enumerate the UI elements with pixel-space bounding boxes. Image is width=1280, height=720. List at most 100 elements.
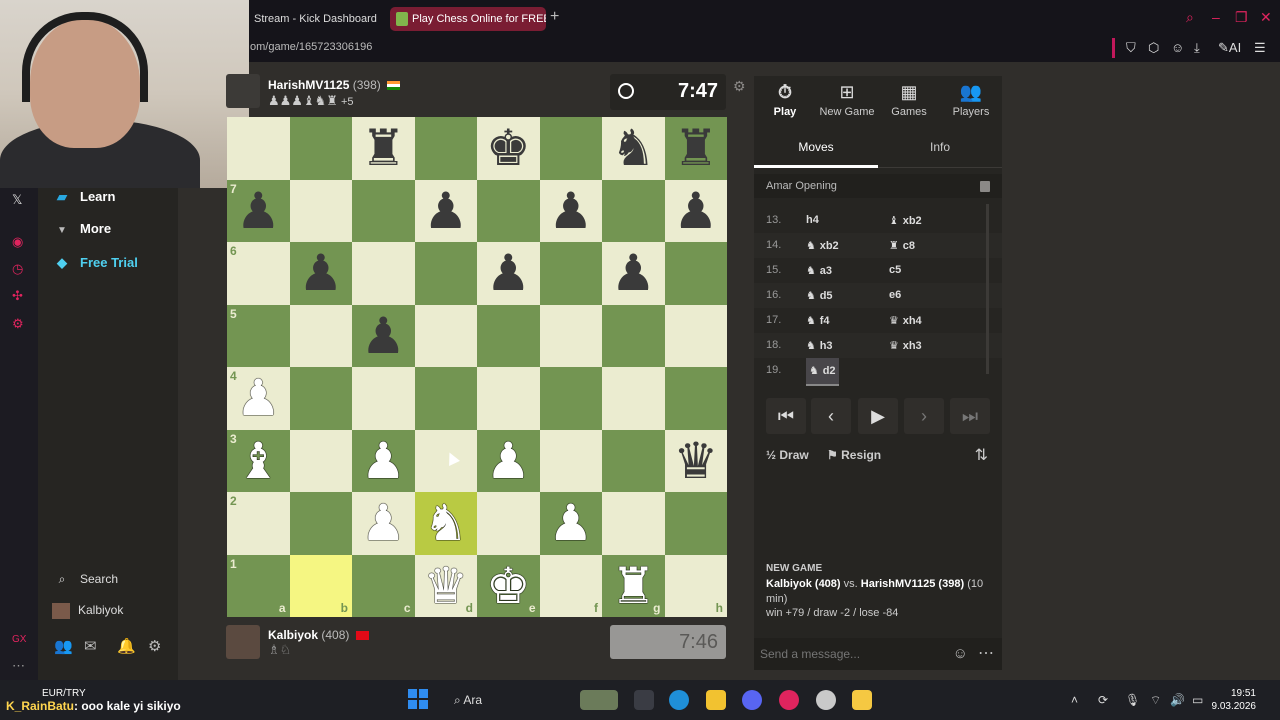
square-h3[interactable]: ♛ — [664, 429, 727, 492]
square-b1[interactable]: b — [289, 554, 352, 617]
move-list-scrollbar[interactable] — [986, 204, 989, 374]
square-b7[interactable] — [289, 179, 352, 242]
sidebar-profile[interactable]: Kalbiyok — [52, 598, 123, 622]
square-a4[interactable]: 4 ♟ — [227, 367, 290, 430]
square-c2[interactable]: ♟ — [352, 492, 415, 555]
mail-icon[interactable]: ✉ — [84, 637, 97, 655]
square-c3[interactable]: ♟ — [352, 429, 415, 492]
black-pawn-icon[interactable]: ♟ — [611, 248, 656, 298]
tab-play[interactable]: ⏱ Play — [754, 82, 816, 118]
sidebar-item-more[interactable]: ▼ More — [52, 217, 111, 241]
black-move[interactable]: ♝ xb2 — [889, 208, 922, 234]
black-pawn-icon[interactable]: ♟ — [548, 186, 593, 236]
square-b5[interactable] — [289, 304, 352, 367]
black-move[interactable]: c5 — [889, 258, 901, 283]
square-a7[interactable]: 7 ♟ — [227, 179, 290, 242]
white-pawn-icon[interactable]: ♟ — [361, 436, 406, 486]
square-a5[interactable]: 5 — [227, 304, 290, 367]
square-h4[interactable] — [664, 367, 727, 430]
browser-search-icon[interactable]: ⌕ — [1186, 9, 1194, 26]
chat-input[interactable] — [760, 644, 940, 664]
square-b4[interactable] — [289, 367, 352, 430]
tab-kick-dashboard[interactable]: Stream - Kick Dashboard — [250, 7, 385, 31]
volume-icon[interactable]: 🔊 — [1170, 693, 1185, 707]
black-king-icon[interactable]: ♚ — [486, 123, 531, 173]
square-e4[interactable] — [477, 367, 540, 430]
black-pawn-icon[interactable]: ♟ — [673, 186, 718, 236]
subtab-moves[interactable]: Moves — [754, 140, 878, 154]
white-pawn-icon[interactable]: ♟ — [361, 498, 406, 548]
white-rook-icon[interactable]: ♜ — [611, 561, 656, 611]
square-e6[interactable]: ♟ — [477, 242, 540, 305]
white-move[interactable]: ♞ xb2 — [806, 233, 839, 259]
square-g8[interactable]: ♞ — [602, 117, 665, 180]
next-move-button[interactable]: › — [904, 398, 944, 434]
square-c7[interactable] — [352, 179, 415, 242]
strip-more-icon[interactable]: ⋯ — [12, 658, 25, 674]
square-d2[interactable]: ♞ — [414, 492, 477, 555]
square-f5[interactable] — [539, 304, 602, 367]
black-pawn-icon[interactable]: ♟ — [236, 186, 281, 236]
square-e1[interactable]: e ♚ — [477, 554, 540, 617]
square-c6[interactable] — [352, 242, 415, 305]
square-h1[interactable]: h — [664, 554, 727, 617]
bottom-player-name[interactable]: Kalbiyok (408) — [268, 628, 369, 642]
square-g1[interactable]: g ♜ — [602, 554, 665, 617]
square-e7[interactable] — [477, 179, 540, 242]
black-move[interactable]: ♛ xh4 — [889, 308, 922, 334]
white-king-icon[interactable]: ♚ — [486, 561, 531, 611]
top-player-avatar[interactable] — [226, 74, 260, 108]
white-move[interactable]: ♞ a3 — [806, 258, 832, 284]
minimize-icon[interactable]: – — [1212, 9, 1220, 25]
black-pawn-icon[interactable]: ♟ — [486, 248, 531, 298]
square-g6[interactable]: ♟ — [602, 242, 665, 305]
square-c1[interactable]: c — [352, 554, 415, 617]
square-d5[interactable] — [414, 304, 477, 367]
square-b6[interactable]: ♟ — [289, 242, 352, 305]
tab-chess[interactable]: Play Chess Online for FREE — [390, 7, 546, 31]
square-g5[interactable] — [602, 304, 665, 367]
white-move[interactable]: h4 — [806, 208, 819, 233]
square-a1[interactable]: 1a — [227, 554, 290, 617]
square-e2[interactable] — [477, 492, 540, 555]
prev-move-button[interactable]: ‹ — [811, 398, 851, 434]
white-bishop-icon[interactable]: ♝ — [236, 436, 281, 486]
square-h5[interactable] — [664, 304, 727, 367]
square-h7[interactable]: ♟ — [664, 179, 727, 242]
friends-icon[interactable]: 👥 — [54, 637, 73, 655]
black-queen-icon[interactable]: ♛ — [673, 436, 718, 486]
resign-button[interactable]: ⚑ Resign — [827, 448, 881, 462]
edge-icon[interactable] — [669, 690, 689, 710]
maximize-icon[interactable]: ❐ — [1235, 9, 1248, 26]
square-a3[interactable]: 3 ♝ — [227, 429, 290, 492]
square-c8[interactable]: ♜ — [352, 117, 415, 180]
bottom-player-avatar[interactable] — [226, 625, 260, 659]
square-b3[interactable] — [289, 429, 352, 492]
square-g2[interactable] — [602, 492, 665, 555]
extensions-icon[interactable]: ⬡ — [1148, 40, 1159, 56]
settings-strip-icon[interactable]: ⚙ — [12, 316, 24, 332]
menu-icon[interactable]: ☰ — [1254, 40, 1266, 56]
white-pawn-icon[interactable]: ♟ — [486, 436, 531, 486]
first-move-button[interactable]: ⏮ — [766, 398, 806, 434]
emoji-icon[interactable]: ☺ — [953, 645, 968, 662]
square-d6[interactable] — [414, 242, 477, 305]
square-f6[interactable] — [539, 242, 602, 305]
black-move[interactable]: ♜ c8 — [889, 233, 915, 259]
opera-gx-icon[interactable] — [779, 690, 799, 710]
square-f4[interactable] — [539, 367, 602, 430]
white-knight-icon[interactable]: ♞ — [423, 498, 468, 548]
sync-icon[interactable]: ⟳ — [1098, 693, 1108, 707]
square-e8[interactable]: ♚ — [477, 117, 540, 180]
x-icon[interactable]: 𝕏 — [12, 192, 22, 208]
white-move[interactable]: ♞ d2 — [806, 358, 839, 386]
white-move[interactable]: ♞ f4 — [806, 308, 829, 334]
sidebar-item-learn[interactable]: ▰ Learn — [52, 185, 115, 209]
board-settings-icon[interactable]: ⚙ — [733, 78, 746, 95]
file-explorer-icon[interactable] — [706, 690, 726, 710]
square-e3[interactable]: ♟ — [477, 429, 540, 492]
task-view-icon[interactable] — [634, 690, 654, 710]
square-a6[interactable]: 6 — [227, 242, 290, 305]
tab-players[interactable]: 👥 Players — [940, 82, 1002, 118]
chess-app-icon[interactable] — [852, 690, 872, 710]
